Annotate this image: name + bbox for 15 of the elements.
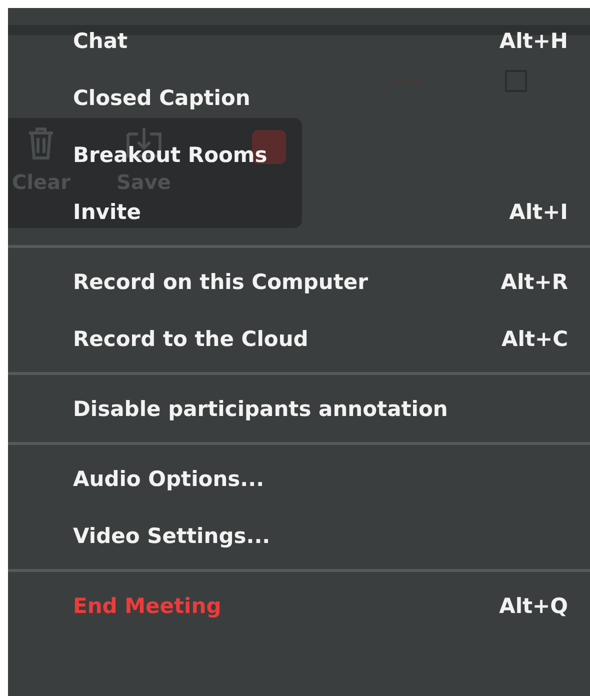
- menu-item[interactable]: Closed Caption: [73, 86, 250, 110]
- shortcut-label: Alt+Q: [499, 594, 568, 618]
- shortcut-label: Alt+H: [499, 28, 568, 52]
- shortcut-label: Alt+C: [502, 326, 568, 350]
- menu-item[interactable]: Invite: [73, 200, 141, 224]
- menu-item[interactable]: Video Settings...: [73, 524, 270, 548]
- shortcut-label: Alt+I: [509, 200, 568, 224]
- trash-icon: [27, 126, 56, 160]
- shortcut-label: Alt+R: [500, 270, 568, 294]
- menu-item[interactable]: Audio Options...: [73, 466, 264, 490]
- menu-item[interactable]: Record to the Cloud: [73, 326, 308, 350]
- menu-item[interactable]: Breakout Rooms: [73, 142, 268, 166]
- menu-item[interactable]: Chat: [73, 28, 128, 52]
- menu-item[interactable]: Record on this Computer: [73, 270, 368, 294]
- menu-item[interactable]: Disable participants annotation: [73, 396, 448, 420]
